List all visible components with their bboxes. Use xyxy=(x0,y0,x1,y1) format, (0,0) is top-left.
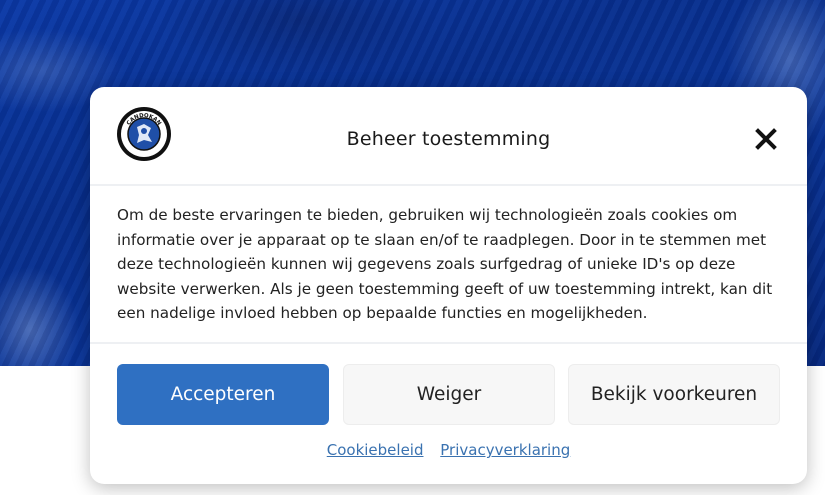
cookie-policy-link[interactable]: Cookiebeleid xyxy=(327,441,424,459)
accept-button[interactable]: Accepteren xyxy=(117,364,329,425)
privacy-statement-link[interactable]: Privacyverklaring xyxy=(440,441,570,459)
consent-dialog: CANDOKAN Beheer toestemming Om de beste … xyxy=(90,87,807,484)
view-preferences-button[interactable]: Bekijk voorkeuren xyxy=(568,364,780,425)
dialog-title: Beheer toestemming xyxy=(346,128,551,150)
policy-links: Cookiebeleid Privacyverklaring xyxy=(90,441,807,459)
close-button[interactable] xyxy=(754,127,778,151)
consent-description: Om de beste ervaringen te bieden, gebrui… xyxy=(117,206,773,322)
close-icon xyxy=(755,128,777,150)
footer-divider xyxy=(90,342,807,344)
dialog-header: CANDOKAN Beheer toestemming xyxy=(90,87,807,186)
deny-button[interactable]: Weiger xyxy=(343,364,555,425)
